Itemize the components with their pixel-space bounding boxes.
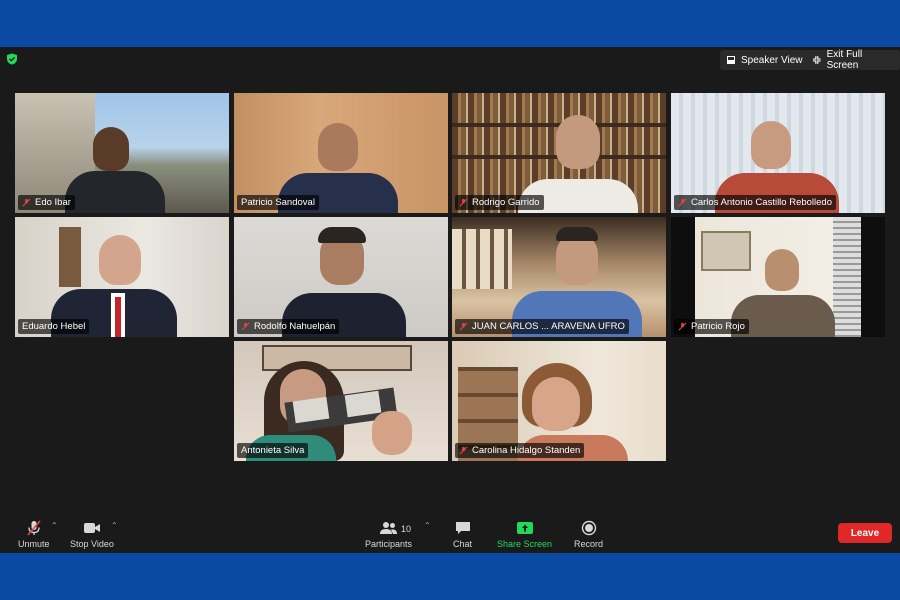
participants-options-chevron-icon[interactable]: ⌃: [424, 521, 431, 530]
participant-name: Rodolfo Nahuelpán: [254, 321, 336, 332]
speaker-view-button[interactable]: Speaker View: [720, 50, 809, 70]
participant-name: Carolina Hidalgo Standen: [472, 445, 581, 456]
exit-full-screen-button[interactable]: Exit Full Screen: [806, 49, 900, 71]
video-tile-juan-carlos-aravena-ufro[interactable]: JUAN CARLOS ... ARAVENA UFRO: [452, 217, 666, 337]
share-screen-button[interactable]: Share Screen: [497, 519, 552, 549]
muted-mic-icon: [241, 322, 250, 331]
nametag: Antonieta Silva: [237, 443, 309, 458]
speaker-view-icon: [727, 56, 735, 64]
nametag: Rodolfo Nahuelpán: [237, 319, 340, 334]
frame-top-band: [0, 0, 900, 47]
exit-full-screen-icon: [812, 56, 821, 64]
participant-name: JUAN CARLOS ... ARAVENA UFRO: [472, 321, 625, 332]
unmute-label: Unmute: [18, 539, 50, 549]
video-tile-carlos-antonio-castillo-rebolledo[interactable]: Carlos Antonio Castillo Rebolledo: [671, 93, 885, 213]
stop-video-label: Stop Video: [70, 539, 114, 549]
participant-name: Eduardo Hebel: [22, 321, 86, 332]
muted-mic-icon: [459, 322, 468, 331]
video-tile-antonieta-silva[interactable]: Antonieta Silva: [234, 341, 448, 461]
record-icon: [581, 520, 596, 536]
participant-name: Patricio Rojo: [691, 321, 745, 332]
chat-label: Chat: [453, 539, 473, 549]
shield-icon[interactable]: [6, 53, 18, 65]
muted-mic-icon: [678, 198, 687, 207]
muted-microphone-icon: [27, 520, 41, 536]
speaker-view-label: Speaker View: [741, 54, 803, 66]
video-camera-icon: [83, 523, 100, 533]
share-screen-icon: [516, 522, 533, 534]
nametag: Carlos Antonio Castillo Rebolledo: [674, 195, 836, 210]
participant-name: Patricio Sandoval: [241, 197, 315, 208]
nametag: Carolina Hidalgo Standen: [455, 443, 585, 458]
nametag: Patricio Sandoval: [237, 195, 319, 210]
muted-mic-icon: [459, 446, 468, 455]
muted-mic-icon: [22, 198, 31, 207]
video-options-chevron-icon[interactable]: ⌃: [111, 521, 118, 530]
leave-button[interactable]: Leave: [838, 523, 892, 543]
muted-mic-icon: [459, 198, 468, 207]
participants-label: Participants: [365, 539, 413, 549]
meeting-controls-toolbar: Unmute ⌃ Stop Video ⌃ Participants 10 ⌃: [0, 515, 900, 553]
video-tile-patricio-sandoval[interactable]: Patricio Sandoval: [234, 93, 448, 213]
chat-button[interactable]: Chat: [453, 519, 472, 549]
video-tile-rodrigo-garrido[interactable]: Rodrigo Garrido: [452, 93, 666, 213]
nametag: Rodrigo Garrido: [455, 195, 544, 210]
record-label: Record: [574, 539, 604, 549]
participant-name: Edo Ibar: [35, 197, 71, 208]
unmute-button[interactable]: Unmute: [18, 519, 50, 549]
video-tile-edo-ibar[interactable]: Edo Ibar: [15, 93, 229, 213]
participants-icon: [379, 522, 397, 534]
video-tile-carolina-hidalgo-standen[interactable]: Carolina Hidalgo Standen: [452, 341, 666, 461]
chat-bubble-icon: [455, 522, 470, 534]
zoom-meeting-window: Speaker View Exit Full Screen Edo Ibar P…: [0, 47, 900, 553]
participant-name: Antonieta Silva: [241, 445, 305, 456]
exit-full-screen-label: Exit Full Screen: [826, 49, 863, 71]
record-button[interactable]: Record: [574, 519, 603, 549]
muted-mic-icon: [678, 322, 687, 331]
video-tile-patricio-rojo[interactable]: Patricio Rojo: [671, 217, 885, 337]
participant-name: Rodrigo Garrido: [472, 197, 540, 208]
nametag: Patricio Rojo: [674, 319, 749, 334]
participants-count: 10: [401, 524, 412, 534]
frame-bottom-band: [0, 553, 900, 600]
nametag: JUAN CARLOS ... ARAVENA UFRO: [455, 319, 629, 334]
audio-options-chevron-icon[interactable]: ⌃: [51, 521, 58, 530]
stop-video-button[interactable]: Stop Video: [70, 519, 114, 549]
participant-name: Carlos Antonio Castillo Rebolledo: [691, 197, 832, 208]
nametag: Edo Ibar: [18, 195, 75, 210]
video-tile-rodolfo-nahuelpan[interactable]: Rodolfo Nahuelpán: [234, 217, 448, 337]
video-tile-eduardo-hebel[interactable]: Eduardo Hebel: [15, 217, 229, 337]
share-screen-label: Share Screen: [497, 539, 553, 549]
nametag: Eduardo Hebel: [18, 319, 90, 334]
